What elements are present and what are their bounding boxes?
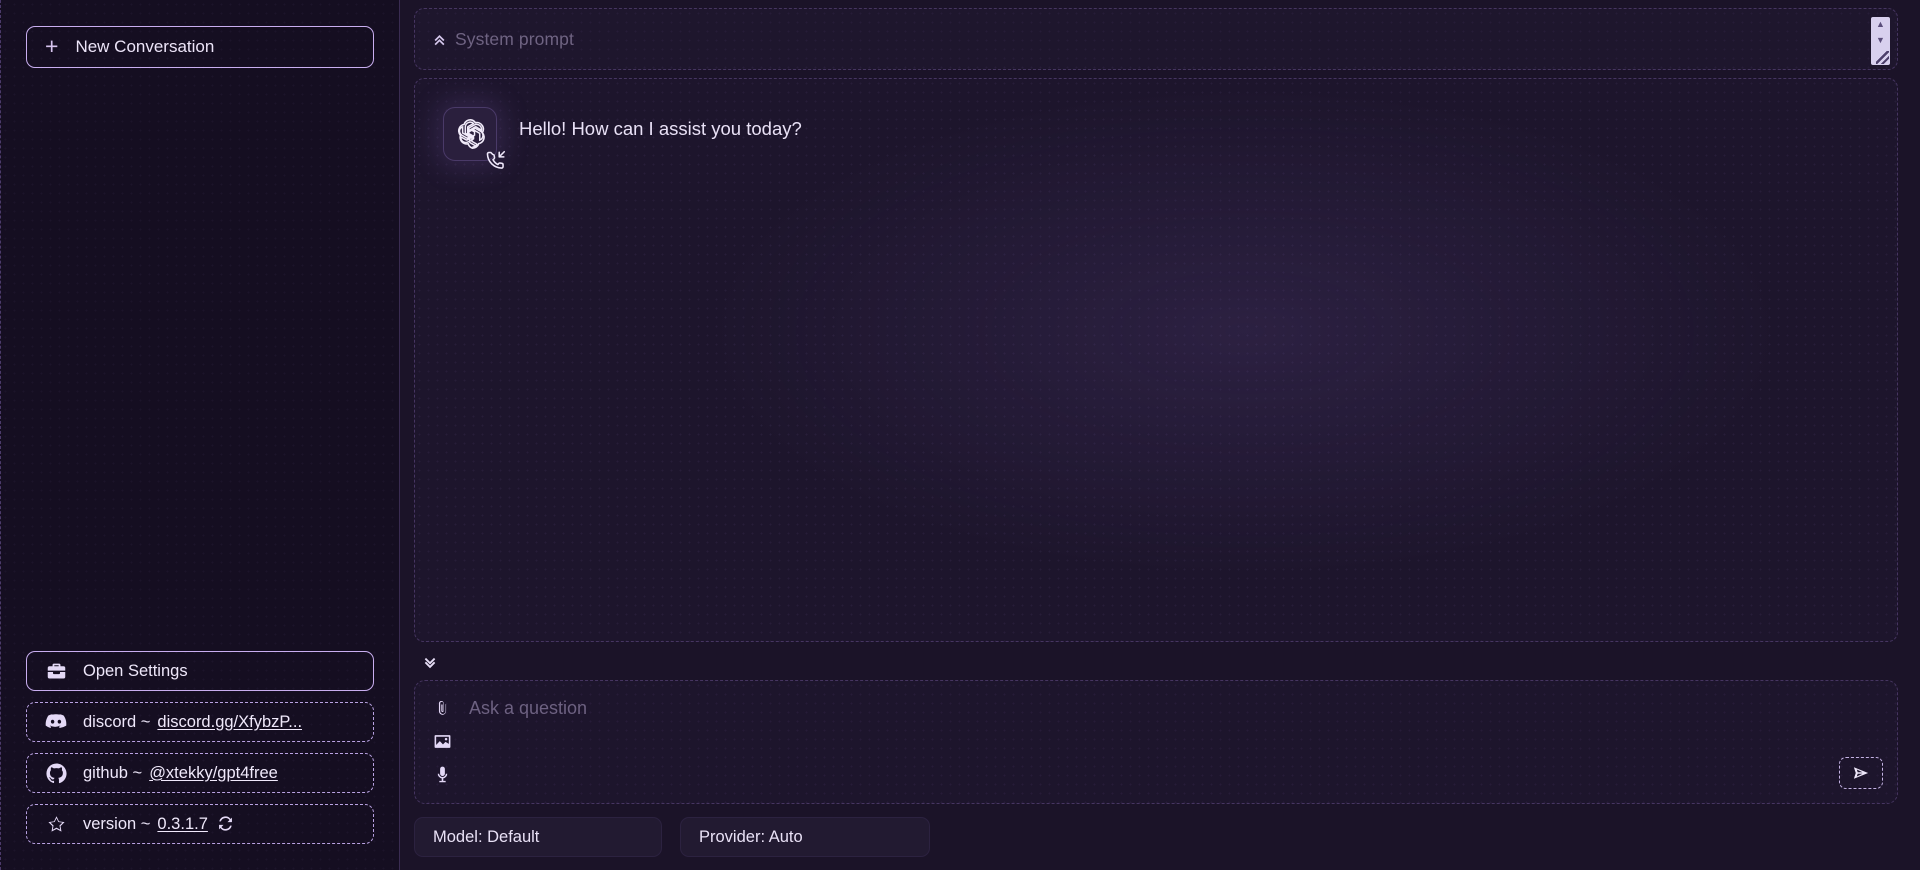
microphone-icon[interactable] <box>431 763 453 785</box>
sidebar-item-github[interactable]: github ~ @xtekky/gpt4free <box>26 753 374 793</box>
version-label: version ~ 0.3.1.7 <box>83 815 235 834</box>
question-input[interactable] <box>457 695 1881 789</box>
scroll-to-bottom[interactable] <box>414 642 1898 680</box>
model-select[interactable]: Model: Default <box>414 817 662 857</box>
github-label: github ~ @xtekky/gpt4free <box>83 764 278 783</box>
message-composer[interactable] <box>414 680 1898 804</box>
sidebar: + New Conversation Open Settings discord… <box>0 0 400 870</box>
sidebar-item-discord[interactable]: discord ~ discord.gg/XfybzP... <box>26 702 374 742</box>
phone-incoming-icon <box>483 147 509 173</box>
new-conversation-button[interactable]: + New Conversation <box>26 26 374 68</box>
github-icon <box>45 762 67 784</box>
chevrons-down-icon[interactable] <box>419 650 441 672</box>
system-prompt-scrollbar[interactable]: ▲ ▼ <box>1871 17 1890 65</box>
open-settings-label: Open Settings <box>83 661 188 680</box>
github-url[interactable]: @xtekky/gpt4free <box>149 764 278 783</box>
refresh-icon[interactable] <box>217 815 235 833</box>
discord-prefix: discord ~ <box>83 712 151 731</box>
attach-file-icon[interactable] <box>431 697 453 719</box>
composer-icon-group <box>431 695 457 789</box>
image-upload-icon[interactable] <box>431 730 453 752</box>
scroll-down-arrow[interactable]: ▼ <box>1876 35 1885 45</box>
conversation-list[interactable] <box>26 78 374 651</box>
scroll-up-arrow[interactable]: ▲ <box>1876 20 1885 29</box>
avatar <box>443 107 506 169</box>
star-icon <box>45 813 67 835</box>
toolbox-icon <box>45 660 67 682</box>
chat-message-assistant: Hello! How can I assist you today? <box>435 101 1877 169</box>
send-button[interactable] <box>1839 757 1883 789</box>
version-number[interactable]: 0.3.1.7 <box>157 815 207 834</box>
bottom-bar: Model: Default Provider: Auto <box>414 814 1898 870</box>
chat-message-list: Hello! How can I assist you today? <box>414 78 1898 642</box>
app-root: + New Conversation Open Settings discord… <box>0 0 1920 870</box>
main-panel: System prompt ▲ ▼ Hello! How can I assis… <box>400 0 1920 870</box>
provider-select[interactable]: Provider: Auto <box>680 817 930 857</box>
new-conversation-label: New Conversation <box>75 37 215 56</box>
sidebar-footer: Open Settings discord ~ discord.gg/Xfybz… <box>26 651 374 848</box>
plus-icon: + <box>45 32 59 59</box>
system-prompt-box[interactable]: System prompt ▲ ▼ <box>414 8 1898 70</box>
message-text: Hello! How can I assist you today? <box>519 118 802 139</box>
discord-icon <box>45 711 67 733</box>
chevrons-up-icon[interactable] <box>429 29 449 49</box>
github-prefix: github ~ <box>83 763 143 782</box>
resize-grip-icon[interactable] <box>1876 51 1889 64</box>
system-prompt-placeholder[interactable]: System prompt <box>455 29 574 50</box>
sidebar-item-version[interactable]: version ~ 0.3.1.7 <box>26 804 374 844</box>
discord-label: discord ~ discord.gg/XfybzP... <box>83 713 302 732</box>
discord-url[interactable]: discord.gg/XfybzP... <box>157 713 302 732</box>
version-prefix: version ~ <box>83 814 151 833</box>
sidebar-item-open-settings[interactable]: Open Settings <box>26 651 374 691</box>
